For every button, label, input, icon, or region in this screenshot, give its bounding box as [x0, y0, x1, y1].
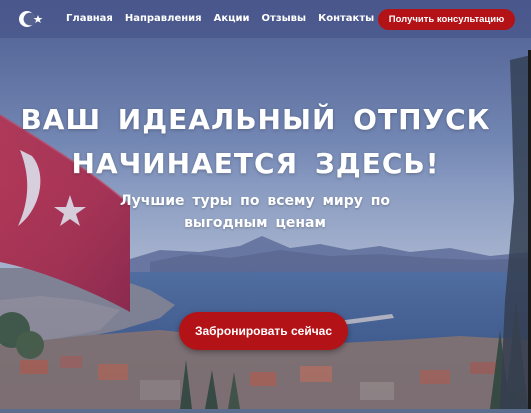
- crescent-star-icon[interactable]: [18, 9, 44, 29]
- top-navbar: Главная Направления Акции Отзывы Контакт…: [0, 0, 531, 38]
- get-consultation-button[interactable]: Получить консультацию: [378, 9, 515, 30]
- nav-link-destinations[interactable]: Направления: [125, 13, 202, 24]
- main-nav: Главная Направления Акции Отзывы Контакт…: [66, 13, 374, 24]
- hero-title-line2: НАЧИНАЕТСЯ ЗДЕСЬ!: [71, 147, 440, 180]
- nav-link-contacts[interactable]: Контакты: [318, 13, 374, 24]
- nav-link-home[interactable]: Главная: [66, 13, 113, 24]
- book-now-button[interactable]: Забронировать сейчас: [179, 312, 348, 350]
- hero-title: ВАШ ИДЕАЛЬНЫЙ ОТПУСК НАЧИНАЕТСЯ ЗДЕСЬ!: [0, 98, 511, 186]
- hero-subtitle-line2: выгодным ценам: [184, 215, 326, 231]
- hero-subtitle: Лучшие туры по всему миру по выгодным це…: [100, 190, 410, 234]
- hero-subtitle-line1: Лучшие туры по всему миру по: [119, 193, 391, 209]
- nav-link-promotions[interactable]: Акции: [214, 13, 250, 24]
- hero-title-line1: ВАШ ИДЕАЛЬНЫЙ ОТПУСК: [20, 103, 491, 136]
- nav-link-reviews[interactable]: Отзывы: [262, 13, 307, 24]
